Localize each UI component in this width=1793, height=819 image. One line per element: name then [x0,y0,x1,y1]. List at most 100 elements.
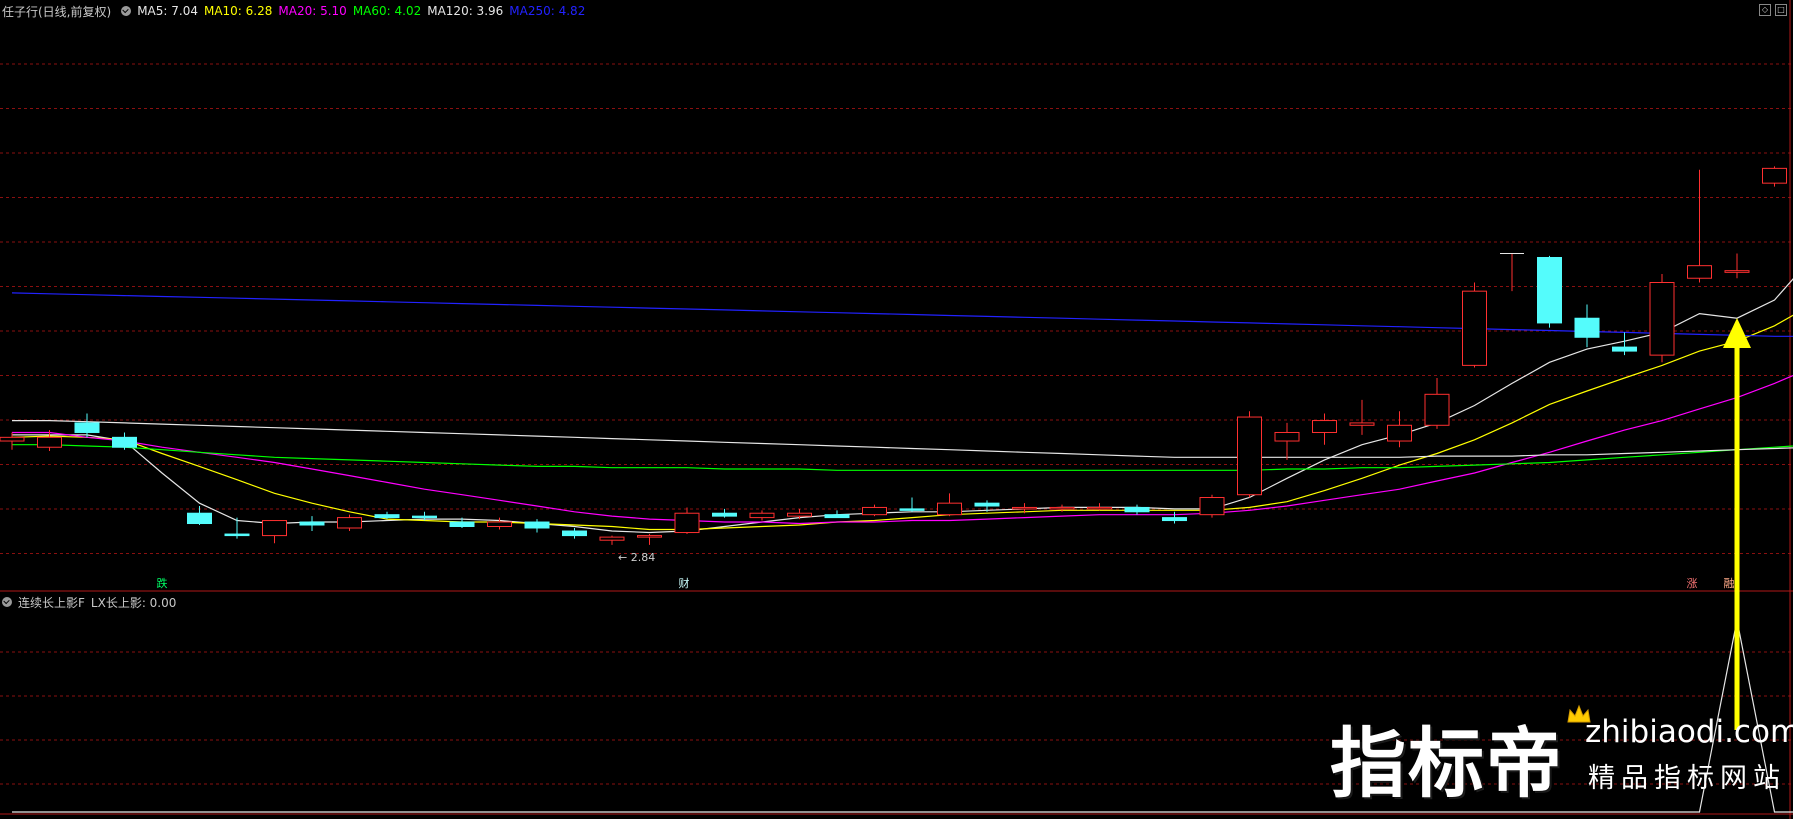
candle-body-up [749,512,775,519]
candle-body-down [112,436,137,448]
moving-average-lines [11,278,1793,534]
stock-title: 任子行(日线,前复权) [2,4,112,19]
candle-body-down [524,521,550,529]
candle-body-up [1087,506,1112,510]
candle-body-up [0,436,25,442]
candle [1387,411,1412,448]
candle [1274,422,1300,460]
candle-body-down [562,530,587,537]
logo-chinese: 指标帝 [1330,719,1564,808]
candle-body-up [599,536,625,541]
arrow-head [1723,318,1751,348]
candle-body-up [262,520,287,537]
candle-body-up [1687,265,1712,279]
candle [674,507,700,535]
candle [262,520,287,544]
indicator-value: LX长上影: 0.00 [90,595,177,610]
candle [1349,399,1375,435]
candle-body-up [1762,167,1787,184]
candle-body-up [1724,270,1750,273]
logo-tagline: 精品指标网站 [1588,763,1786,794]
candle [1724,253,1750,279]
candle-body-down [712,512,737,517]
candle [1424,377,1450,429]
candle [1199,494,1225,518]
candle [524,519,550,533]
candle-body-up [1649,282,1675,356]
candle-body-down [1574,317,1600,338]
candlesticks[interactable] [0,36,1793,545]
watermark-logo: 指标帝 zhibiaodi.com 精品指标网站 [1330,700,1793,808]
candle [1124,504,1150,515]
candle [1687,169,1712,283]
candle-body-down [1537,256,1562,324]
candle-body-up [1274,431,1300,442]
candle [337,514,362,532]
candle-body-down [1612,346,1637,352]
main-chart-header: 任子行(日线,前复权) MA5: 7.04 MA10: 6.28 MA20: 5… [0,2,591,20]
ma20-label: MA20: 5.10 [278,4,347,18]
indicator-header: 连续长上影F LX长上影: 0.00 [0,594,176,610]
diamond-icon[interactable]: ◇ [1759,4,1771,16]
marker-zhang: 涨 [1687,577,1698,590]
candle-body-down [187,512,212,525]
ma-line-ma250 [11,292,1793,337]
candle [1574,304,1600,348]
candle-body-up [1387,424,1412,442]
candle [1237,411,1262,498]
candle-body-up [1349,422,1375,426]
candle-body-up [487,521,512,528]
candle [112,432,137,450]
candle-body-up [1199,497,1225,516]
candle-body-up [1049,506,1075,510]
candle-body-up [1424,393,1450,426]
indicator-name: 连续长上影F [18,595,85,610]
ma5-label: MA5: 7.04 [137,4,198,18]
candle-body-down [1162,517,1187,522]
candle [1162,511,1187,524]
candle-body-up [37,436,62,448]
candle-body-up [1312,420,1337,433]
window-controls: ◇ □ [1759,4,1787,16]
kline-chart[interactable]: 8.95 →← 2.84跌财涨融 [0,0,1793,819]
candle-body-up [1237,416,1262,496]
candle-body-down [299,521,325,526]
indicator-dropdown-icon[interactable] [2,597,12,607]
candle-body-down [74,422,100,433]
candle-body-up [337,517,362,529]
candle-body-up [637,535,662,538]
candle [862,504,887,517]
grid-lines [0,0,1793,819]
marker-die: 跌 [157,576,168,590]
candle-body-down [374,514,400,519]
maximize-icon[interactable]: □ [1775,4,1787,16]
candle-body-down [899,508,925,511]
ma-line-ma5 [12,278,1793,534]
candle-body-up [1012,506,1037,510]
candle-body-down [974,502,1000,507]
candle [562,528,587,539]
candle [1762,166,1787,187]
ma60-label: MA60: 4.02 [352,4,422,18]
marker-rong: 融 [1724,577,1735,590]
candle [487,517,512,530]
candle [1462,282,1487,368]
candle-body-up [937,502,962,516]
candle [1087,503,1112,511]
candle [749,510,775,521]
candle [937,493,962,517]
candle-body-up [1462,290,1487,366]
candle [599,535,625,545]
candle [637,534,662,545]
ma250-label: MA250: 4.82 [509,4,586,18]
candle [1500,252,1524,292]
candle-body-down [824,514,850,519]
candle-body-down [412,515,437,519]
candle-body-down [449,521,475,528]
candle [1649,274,1675,363]
candle [74,413,100,438]
candle [1537,255,1562,328]
settings-dropdown-icon[interactable] [121,6,132,16]
candle [1312,413,1337,445]
ma-line-ma120 [12,420,1793,458]
